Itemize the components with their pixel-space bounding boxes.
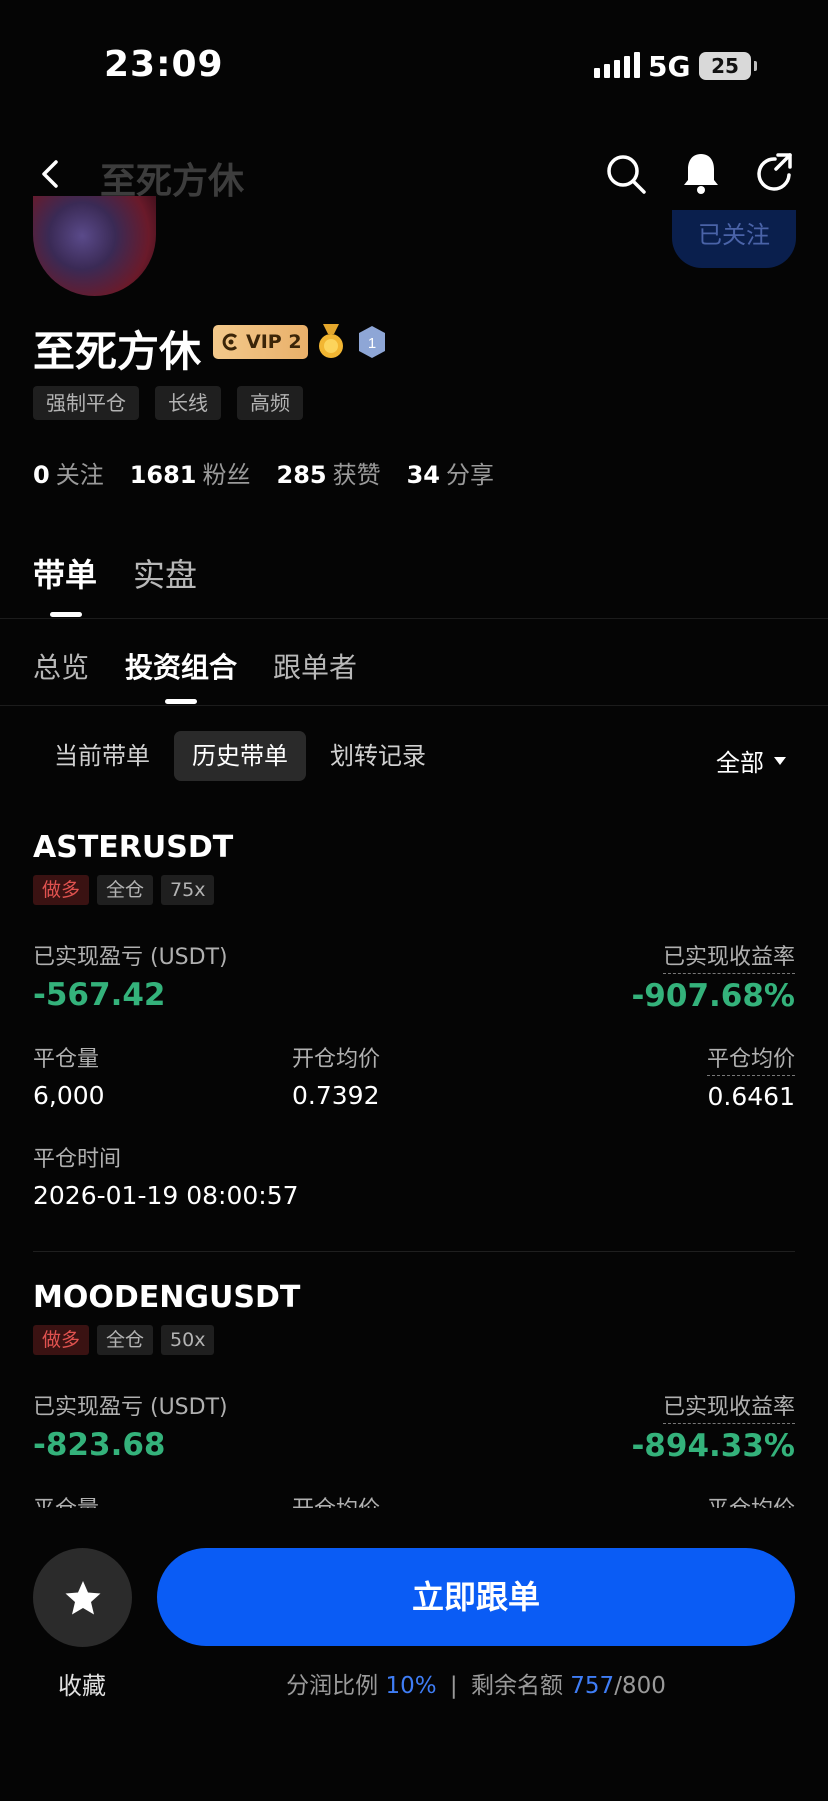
realized-pnl-label: 已实现盈亏 (USDT) xyxy=(33,1395,228,1420)
position-card[interactable]: ASTERUSDT 做多 全仓 75x 已实现盈亏 (USDT) -567.42… xyxy=(33,830,795,1231)
bell-icon[interactable] xyxy=(680,150,722,196)
main-tab-indicator xyxy=(50,612,82,617)
level-number: 1 xyxy=(368,335,376,352)
margin-badge: 全仓 xyxy=(97,875,154,905)
back-arrow-icon[interactable] xyxy=(34,154,68,194)
tab-live-trading[interactable]: 实盘 xyxy=(133,550,197,596)
stat-likes: 285 获赞 xyxy=(276,461,381,489)
side-badge: 做多 xyxy=(33,1325,90,1355)
tab-portfolio[interactable]: 投资组合 xyxy=(125,646,237,686)
realized-pnl-label: 已实现盈亏 (USDT) xyxy=(33,945,228,970)
profile-name: 至死方休 xyxy=(33,327,202,376)
filter-tabs: 当前带单 历史带单 划转记录 xyxy=(36,731,444,781)
favorite-button[interactable] xyxy=(33,1548,132,1647)
status-bar: 23:09 5G 25 xyxy=(0,0,828,130)
tag: 强制平仓 xyxy=(33,386,139,420)
bottom-action-bar: 收藏 立即跟单 分润比例 10% | 剩余名额 757/800 xyxy=(0,1508,828,1801)
close-qty-value: 6,000 xyxy=(33,1081,105,1110)
profit-share-value: 10% xyxy=(385,1673,437,1699)
remaining-value: 757 xyxy=(570,1673,615,1699)
star-icon xyxy=(65,1580,100,1614)
close-time-label: 平仓时间 xyxy=(33,1147,122,1172)
follow-now-button[interactable]: 立即跟单 xyxy=(157,1548,795,1646)
margin-badge: 全仓 xyxy=(97,1325,154,1355)
tag: 高频 xyxy=(237,386,303,420)
vip-badge: VIP 2 xyxy=(213,325,308,359)
remaining-total: /800 xyxy=(614,1673,666,1699)
network-type: 5G xyxy=(648,50,691,83)
vip-logo-icon xyxy=(222,333,238,351)
position-symbol: ASTERUSDT xyxy=(33,830,234,865)
share-icon[interactable] xyxy=(754,150,796,196)
stat-fans[interactable]: 1681 粉丝 xyxy=(130,455,251,490)
realized-pnl-value: -567.42 xyxy=(33,977,166,1013)
position-badges: 做多 全仓 50x xyxy=(33,1325,795,1355)
tag: 长线 xyxy=(155,386,221,420)
realized-rate-value: -894.33% xyxy=(631,1428,795,1464)
realized-rate-label[interactable]: 已实现收益率 xyxy=(662,939,795,974)
tab-overview[interactable]: 总览 xyxy=(33,646,89,686)
filter-dropdown-label: 全部 xyxy=(716,749,764,777)
avatar[interactable] xyxy=(33,196,156,296)
tab-followers[interactable]: 跟单者 xyxy=(273,646,357,686)
close-avg-value: 0.6461 xyxy=(707,1082,795,1111)
search-icon[interactable] xyxy=(604,152,648,196)
tab-copy-trading[interactable]: 带单 xyxy=(33,550,97,596)
caret-down-icon xyxy=(774,756,786,765)
filter-history-orders[interactable]: 历史带单 xyxy=(174,731,306,781)
sub-tab-indicator xyxy=(165,699,197,704)
filter-dropdown[interactable]: 全部 xyxy=(716,743,786,778)
close-time-value: 2026-01-19 08:00:57 xyxy=(33,1181,299,1210)
filter-current-orders[interactable]: 当前带单 xyxy=(36,731,168,781)
profile-stats: 0 关注 1681 粉丝 285 获赞 34 分享 xyxy=(33,455,494,490)
signal-icon xyxy=(594,52,640,78)
battery-icon: 25 xyxy=(699,52,757,80)
status-time: 23:09 xyxy=(104,44,224,85)
close-qty-label: 平仓量 xyxy=(33,1047,100,1072)
filter-transfer-records[interactable]: 划转记录 xyxy=(312,731,444,781)
side-badge: 做多 xyxy=(33,875,90,905)
realized-rate-value: -907.68% xyxy=(631,978,795,1014)
medal-icon xyxy=(319,324,343,358)
open-avg-label: 开仓均价 xyxy=(292,1047,381,1072)
realized-pnl-value: -823.68 xyxy=(33,1427,166,1463)
position-badges: 做多 全仓 75x xyxy=(33,875,795,905)
open-avg-value: 0.7392 xyxy=(292,1081,380,1110)
stat-shares: 34 分享 xyxy=(406,461,495,489)
level-icon: 1 xyxy=(359,326,385,358)
profit-share-info: 分润比例 10% | 剩余名额 757/800 xyxy=(286,1673,666,1699)
main-tabs: 带单 实盘 xyxy=(33,550,197,596)
sub-tabs: 总览 投资组合 跟单者 xyxy=(33,646,357,686)
vip-label: VIP 2 xyxy=(246,331,302,353)
leverage-badge: 75x xyxy=(161,875,215,905)
stat-following[interactable]: 0 关注 xyxy=(33,455,104,490)
divider xyxy=(0,618,828,619)
followed-button[interactable]: 已关注 xyxy=(672,210,796,268)
divider xyxy=(33,1251,795,1252)
leverage-badge: 50x xyxy=(161,1325,215,1355)
remaining-label: 剩余名额 xyxy=(470,1673,563,1699)
position-symbol: MOODENGUSDT xyxy=(33,1280,301,1315)
tag-list: 强制平仓 长线 高频 xyxy=(33,386,303,420)
divider xyxy=(0,705,828,706)
realized-rate-label[interactable]: 已实现收益率 xyxy=(662,1389,795,1424)
close-avg-label[interactable]: 平仓均价 xyxy=(706,1041,795,1076)
profit-share-label: 分润比例 xyxy=(286,1673,379,1699)
